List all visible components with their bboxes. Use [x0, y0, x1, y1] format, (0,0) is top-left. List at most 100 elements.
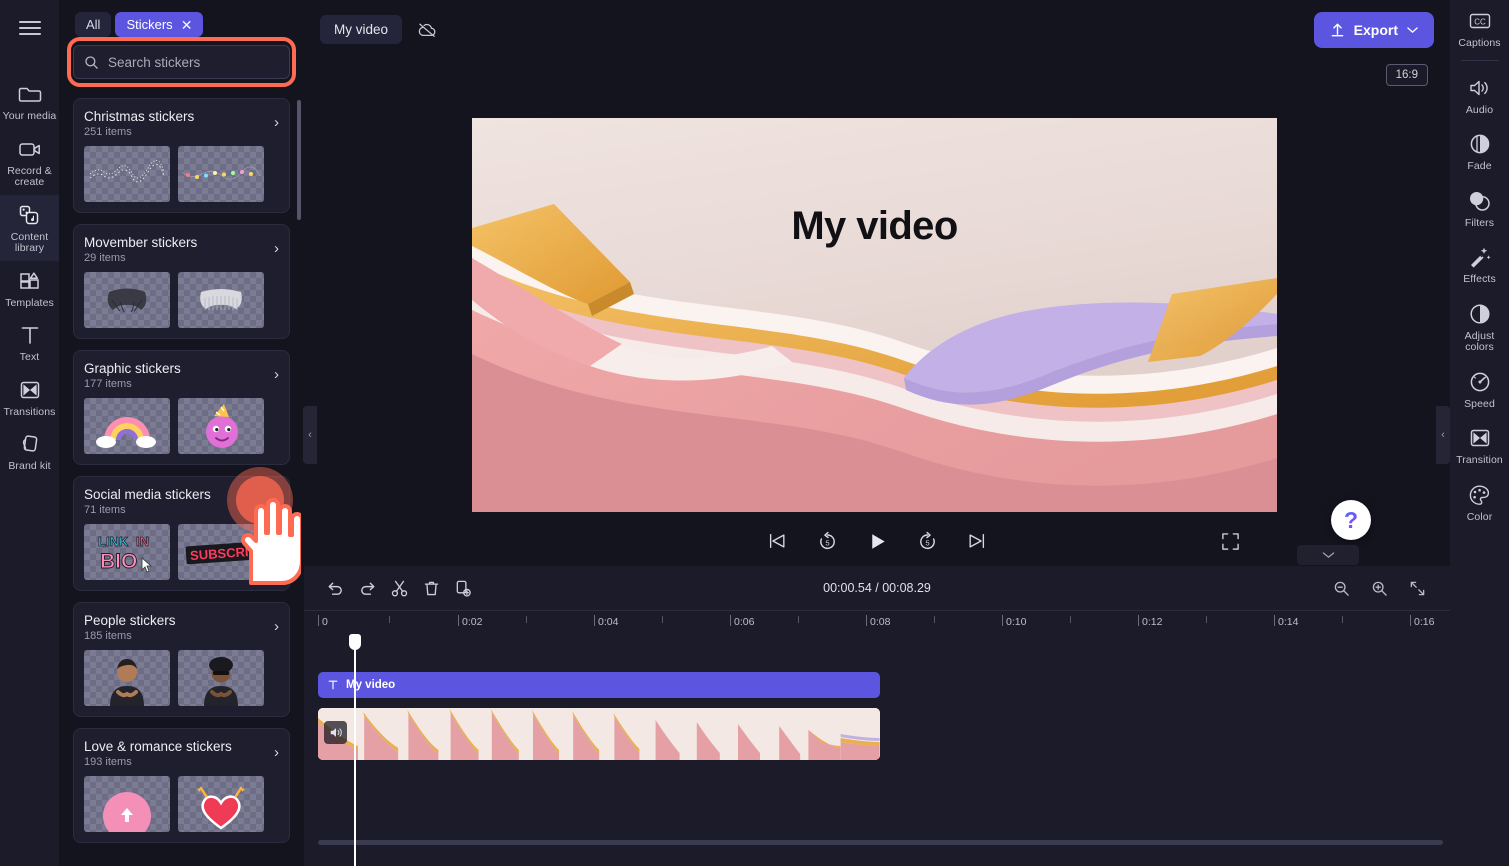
rail-item-captions[interactable]: CC Captions — [1450, 0, 1509, 57]
rewind-5-button[interactable]: 5 — [811, 525, 843, 557]
export-button[interactable]: Export — [1313, 11, 1434, 48]
sticker-thumbnail[interactable] — [84, 146, 170, 202]
zoom-in-button[interactable] — [1364, 573, 1394, 603]
rail-item-fade[interactable]: Fade — [1450, 123, 1509, 180]
rail-item-filters[interactable]: Filters — [1450, 180, 1509, 237]
sticker-thumbnail[interactable] — [84, 650, 170, 706]
sticker-category-card[interactable]: Movember stickers 29 items › — [73, 224, 290, 339]
timeline-ruler[interactable]: 0 0:02 0:04 0:06 0:08 0:10 0:12 0:14 0:1… — [304, 610, 1450, 636]
timeline-toolbar: 00:00.54 / 00:08.29 — [304, 566, 1450, 610]
chevron-right-icon[interactable]: › — [274, 234, 279, 264]
sticker-thumbnail[interactable]: LINK IN BIO — [84, 524, 170, 580]
sidebar-item-content-library[interactable]: Content library — [0, 194, 59, 261]
sticker-thumbnail[interactable] — [84, 398, 170, 454]
chevron-right-icon[interactable]: › — [274, 108, 279, 138]
brand-kit-icon — [18, 431, 42, 457]
sticker-thumbnail[interactable] — [84, 776, 170, 832]
category-count: 177 items — [84, 378, 132, 390]
sticker-category-card[interactable]: Graphic stickers 177 items › — [73, 350, 290, 465]
templates-icon — [18, 268, 42, 294]
skip-to-end-button[interactable] — [961, 525, 993, 557]
search-input[interactable] — [108, 54, 285, 70]
rail-item-audio[interactable]: Audio — [1450, 67, 1509, 124]
sidebar-item-transitions[interactable]: Transitions — [0, 370, 59, 425]
collapse-timeline-button[interactable] — [1297, 545, 1359, 565]
help-button[interactable]: ? — [1331, 500, 1371, 540]
sidebar-item-brand-kit[interactable]: Brand kit — [0, 424, 59, 479]
fullscreen-button[interactable] — [1214, 525, 1246, 557]
sticker-category-card-social-media[interactable]: Social media stickers 71 items › LINK IN… — [73, 467, 301, 591]
delete-button[interactable] — [416, 573, 446, 603]
sticker-category-card[interactable]: Christmas stickers 251 items › — [73, 98, 290, 213]
video-preview[interactable]: My video — [472, 118, 1277, 512]
duplicate-button[interactable] — [448, 573, 478, 603]
sticker-category-list[interactable]: Christmas stickers 251 items › Movember … — [59, 98, 304, 866]
rail-item-effects[interactable]: Effects — [1450, 236, 1509, 293]
sidebar-item-text[interactable]: Text — [0, 315, 59, 370]
question-mark-icon: ? — [1343, 506, 1359, 533]
search-stickers-box[interactable] — [73, 45, 290, 79]
sticker-thumbnail[interactable] — [84, 272, 170, 328]
fit-to-timeline-button[interactable] — [1402, 573, 1432, 603]
color-palette-icon — [1467, 482, 1492, 508]
speaker-icon — [1468, 75, 1492, 101]
forward-5-button[interactable]: 5 — [911, 525, 943, 557]
cloud-off-icon[interactable] — [412, 15, 442, 45]
redo-button[interactable] — [352, 573, 382, 603]
sticker-thumbnail[interactable] — [178, 776, 264, 832]
play-button[interactable] — [861, 525, 893, 557]
category-title: Movember stickers — [84, 235, 198, 250]
sticker-thumbnail[interactable] — [178, 146, 264, 202]
text-icon — [19, 322, 41, 348]
closed-captions-icon: CC — [1467, 8, 1493, 34]
sticker-thumbnail[interactable] — [178, 272, 264, 328]
ruler-tick-label: 0:14 — [1278, 616, 1299, 628]
playback-controls: 5 5 — [304, 518, 1450, 564]
sticker-category-card[interactable]: People stickers 185 items › — [73, 602, 290, 717]
sticker-category-card[interactable]: Love & romance stickers 193 items › — [73, 728, 290, 843]
rail-item-label: Filters — [1464, 216, 1495, 229]
rail-item-adjust-colors[interactable]: Adjust colors — [1450, 293, 1509, 361]
sidebar-item-templates[interactable]: Templates — [0, 261, 59, 316]
skip-to-start-button[interactable] — [761, 525, 793, 557]
svg-text:CC: CC — [1474, 18, 1486, 27]
sidebar-item-your-media[interactable]: Your media — [0, 74, 59, 129]
sticker-thumbnail[interactable] — [178, 650, 264, 706]
project-title[interactable]: My video — [320, 15, 403, 44]
sidebar-item-label: Record & create — [7, 164, 52, 188]
rail-item-label: Transition — [1456, 454, 1503, 466]
timeline-playhead[interactable] — [349, 634, 361, 866]
mute-icon[interactable] — [324, 721, 347, 744]
ruler-tick-label: 0:10 — [1006, 616, 1027, 628]
timeline-video-clip[interactable] — [318, 708, 880, 760]
timeline-text-clip[interactable]: My video — [318, 672, 880, 698]
tab-stickers[interactable]: Stickers ✕ — [115, 12, 204, 37]
ruler-tick-label: 0:06 — [734, 616, 755, 628]
hamburger-menu-icon[interactable] — [0, 0, 59, 56]
split-button[interactable] — [384, 573, 414, 603]
tab-all[interactable]: All — [75, 12, 112, 37]
chevron-right-icon[interactable]: › — [274, 612, 279, 642]
editor-main-area: My video Export 16:9 My video 5 5 00:00.… — [304, 0, 1450, 866]
rail-item-speed[interactable]: Speed — [1450, 361, 1509, 418]
category-count: 193 items — [84, 756, 132, 768]
chevron-down-icon — [1322, 552, 1334, 558]
content-library-icon — [17, 202, 43, 228]
left-navigation-rail: Your media Record & create Content libra… — [0, 0, 59, 866]
sidebar-item-record-create[interactable]: Record & create — [0, 129, 59, 195]
ruler-tick-label: 0:02 — [462, 616, 483, 628]
sidebar-item-label: Your media — [2, 110, 57, 122]
rail-item-color[interactable]: Color — [1450, 474, 1509, 531]
svg-text:5: 5 — [925, 538, 929, 547]
zoom-out-button[interactable] — [1326, 573, 1356, 603]
chevron-right-icon[interactable]: › — [274, 738, 279, 768]
rail-item-transition[interactable]: Transition — [1450, 417, 1509, 474]
panel-scrollbar[interactable] — [297, 100, 301, 220]
timeline-horizontal-scrollbar[interactable] — [318, 840, 1443, 845]
close-icon[interactable]: ✕ — [181, 18, 193, 32]
undo-button[interactable] — [320, 573, 350, 603]
chevron-right-icon[interactable]: › — [274, 360, 279, 390]
search-icon — [84, 55, 99, 70]
sticker-thumbnail[interactable] — [178, 398, 264, 454]
aspect-ratio-button[interactable]: 16:9 — [1385, 64, 1428, 86]
